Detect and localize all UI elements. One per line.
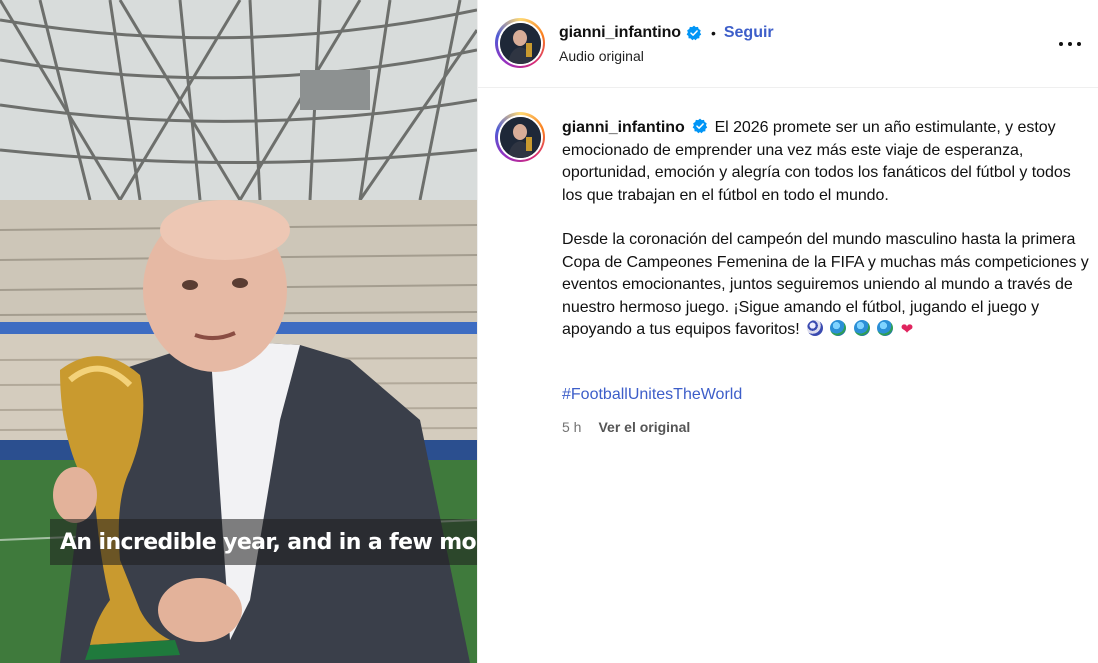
caption-paragraph-2: Desde la coronación del campeón del mund…	[562, 229, 1092, 342]
post-time[interactable]: 5 h	[562, 419, 581, 435]
comment-meta: 5 h Ver el original	[562, 419, 690, 435]
separator-dot: •	[710, 25, 716, 41]
see-original-button[interactable]: Ver el original	[598, 419, 690, 435]
globe-icon	[830, 320, 847, 336]
caption-paragraph-2-text: Desde la coronación del campeón del mund…	[562, 231, 1089, 338]
follow-button[interactable]: Seguir	[724, 24, 774, 42]
caption-text: gianni_infantino El 2026 promete ser un …	[562, 117, 1092, 342]
hashtag-link[interactable]: #FootballUnitesTheWorld	[562, 386, 742, 404]
post-details-panel: gianni_infantino • Seguir Audio original	[477, 0, 1098, 663]
globe-icon	[853, 320, 870, 336]
globe-icon	[877, 320, 894, 336]
video-caption: An incredible year, and in a few months'	[50, 519, 477, 565]
avatar[interactable]	[495, 18, 545, 68]
caption-paragraph-1: gianni_infantino El 2026 promete ser un …	[562, 117, 1092, 207]
comment-username[interactable]: gianni_infantino	[562, 119, 685, 136]
verified-badge-icon	[692, 118, 708, 134]
soccer-ball-icon	[807, 320, 824, 336]
avatar-photo-icon	[499, 22, 541, 64]
header-user-line: gianni_infantino • Seguir	[559, 22, 774, 44]
audio-label[interactable]: Audio original	[559, 48, 644, 64]
avatar-photo-icon	[499, 116, 541, 158]
post-header: gianni_infantino • Seguir Audio original	[478, 0, 1098, 88]
verified-badge-icon	[686, 25, 702, 41]
username[interactable]: gianni_infantino	[559, 24, 681, 42]
more-options-icon[interactable]	[1059, 34, 1081, 54]
comment-avatar[interactable]	[495, 112, 545, 162]
post-media[interactable]: An incredible year, and in a few months'	[0, 0, 477, 663]
heart-icon: ❤	[900, 321, 914, 338]
